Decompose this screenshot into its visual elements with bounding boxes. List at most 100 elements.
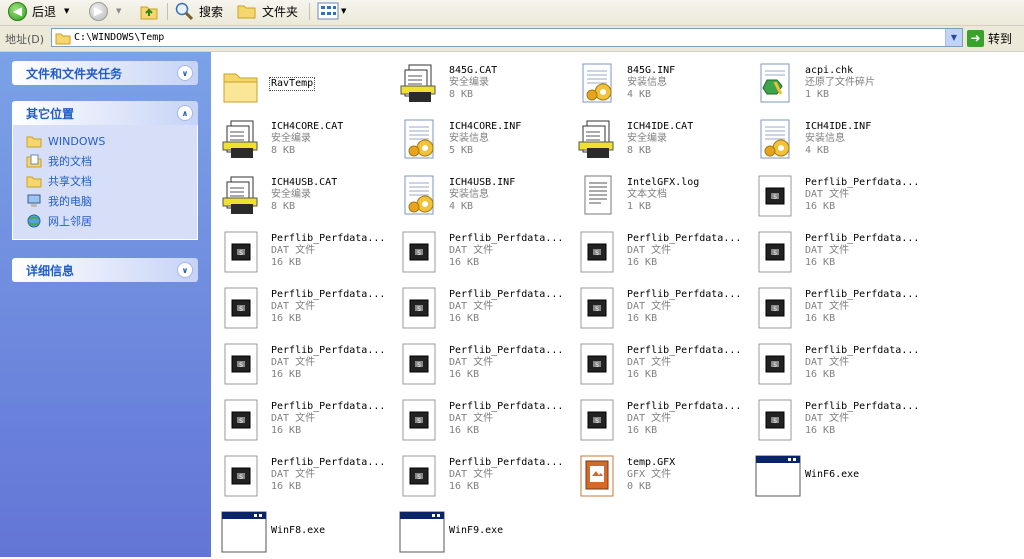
back-dropdown-icon[interactable]: ▼	[64, 7, 69, 15]
file-item[interactable]: S Perflib_Perfdata... DAT 文件 16 KB	[215, 449, 393, 503]
file-name: WinF8.exe	[271, 525, 326, 536]
file-type: DAT 文件	[805, 301, 850, 312]
file-item[interactable]: acpi.chk 还原了文件碎片 1 KB	[749, 57, 927, 111]
setup-info-icon	[577, 62, 617, 106]
svg-text:S: S	[773, 362, 777, 369]
address-input[interactable]: C:\WINDOWS\Temp ▼	[51, 28, 963, 47]
expand-chevron-icon[interactable]: ∨	[177, 262, 193, 278]
other-places-panel: 其它位置 ∧ WINDOWS 我的文档共享文档我的电脑网上邻居	[12, 101, 198, 240]
file-item[interactable]: ICH4USB.INF 安装信息 4 KB	[393, 169, 571, 223]
file-item[interactable]: S Perflib_Perfdata... DAT 文件 16 KB	[571, 281, 749, 335]
file-item[interactable]: S Perflib_Perfdata... DAT 文件 16 KB	[571, 393, 749, 447]
file-item[interactable]: WinF9.exe	[393, 505, 571, 559]
dat-file-icon: S	[577, 230, 617, 274]
place-link-label: 我的电脑	[48, 195, 92, 208]
file-item[interactable]: S Perflib_Perfdata... DAT 文件 16 KB	[215, 225, 393, 279]
file-name: Perflib_Perfdata...	[271, 457, 386, 468]
file-item[interactable]: S Perflib_Perfdata... DAT 文件 16 KB	[393, 225, 571, 279]
file-size: 4 KB	[449, 201, 474, 212]
file-item[interactable]: temp.GFX GFX 文件 0 KB	[571, 449, 749, 503]
file-item[interactable]: S Perflib_Perfdata... DAT 文件 16 KB	[749, 169, 927, 223]
file-item[interactable]: S Perflib_Perfdata... DAT 文件 16 KB	[215, 393, 393, 447]
dat-file-icon: S	[755, 398, 795, 442]
file-type: DAT 文件	[449, 301, 494, 312]
file-item[interactable]: ICH4CORE.INF 安装信息 5 KB	[393, 113, 571, 167]
file-item[interactable]: S Perflib_Perfdata... DAT 文件 16 KB	[749, 393, 927, 447]
file-item[interactable]: S Perflib_Perfdata... DAT 文件 16 KB	[571, 337, 749, 391]
details-panel-header[interactable]: 详细信息 ∨	[12, 258, 198, 282]
file-name: Perflib_Perfdata...	[805, 345, 920, 356]
other-places-header[interactable]: 其它位置 ∧	[12, 101, 198, 125]
file-item[interactable]: IntelGFX.log 文本文档 1 KB	[571, 169, 749, 223]
place-link-3[interactable]: 我的电脑	[26, 191, 197, 211]
file-item[interactable]: WinF6.exe	[749, 449, 927, 503]
application-window-icon	[755, 454, 801, 498]
file-item[interactable]: S Perflib_Perfdata... DAT 文件 16 KB	[215, 281, 393, 335]
file-item[interactable]: S Perflib_Perfdata... DAT 文件 16 KB	[393, 393, 571, 447]
file-item[interactable]: ICH4CORE.CAT 安全编录 8 KB	[215, 113, 393, 167]
file-item[interactable]: WinF8.exe	[215, 505, 393, 559]
views-dropdown-icon[interactable]: ▼	[341, 7, 346, 15]
file-item[interactable]: ICH4USB.CAT 安全编录 8 KB	[215, 169, 393, 223]
svg-text:S: S	[239, 250, 243, 257]
go-button[interactable]: ➜ 转到	[967, 28, 1012, 48]
setup-info-icon	[399, 174, 439, 218]
file-type: 还原了文件碎片	[805, 77, 875, 88]
dat-file-icon: S	[221, 398, 261, 442]
file-item[interactable]: S Perflib_Perfdata... DAT 文件 16 KB	[749, 281, 927, 335]
file-item[interactable]: S Perflib_Perfdata... DAT 文件 16 KB	[215, 337, 393, 391]
file-name: acpi.chk	[805, 65, 854, 76]
text-document-icon	[577, 174, 617, 218]
details-panel-title: 详细信息	[26, 263, 75, 278]
file-item[interactable]: S Perflib_Perfdata... DAT 文件 16 KB	[749, 337, 927, 391]
file-name: ICH4CORE.CAT	[271, 121, 344, 132]
file-item[interactable]: S Perflib_Perfdata... DAT 文件 16 KB	[393, 281, 571, 335]
place-link-1[interactable]: 我的文档	[26, 151, 197, 171]
file-item[interactable]: ICH4IDE.CAT 安全编录 8 KB	[571, 113, 749, 167]
file-item[interactable]: ICH4IDE.INF 安装信息 4 KB	[749, 113, 927, 167]
file-item[interactable]: S Perflib_Perfdata... DAT 文件 16 KB	[749, 225, 927, 279]
expand-chevron-icon[interactable]: ∨	[177, 65, 193, 81]
file-item[interactable]: RavTemp	[215, 57, 393, 111]
place-link-2[interactable]: 共享文档	[26, 171, 197, 191]
file-item[interactable]: S Perflib_Perfdata... DAT 文件 16 KB	[571, 225, 749, 279]
place-link-4[interactable]: 网上邻居	[26, 211, 197, 231]
svg-text:S: S	[239, 418, 243, 425]
address-dropdown-icon[interactable]: ▼	[945, 29, 962, 46]
address-label: 地址(D)	[5, 33, 45, 46]
toolbar: ◀ 后退 ▼ ▶ ▼ 搜索 文件夹 ▼	[0, 0, 1024, 26]
back-button[interactable]: ◀ 后退 ▼	[8, 0, 69, 22]
file-size: 16 KB	[627, 313, 658, 324]
file-item[interactable]: S Perflib_Perfdata... DAT 文件 16 KB	[393, 337, 571, 391]
application-window-icon	[399, 510, 445, 554]
place-link-label: 共享文档	[48, 175, 92, 188]
file-size: 5 KB	[449, 145, 474, 156]
views-button[interactable]: ▼	[317, 0, 346, 22]
svg-text:S: S	[595, 306, 599, 313]
place-link-0[interactable]: WINDOWS	[26, 131, 197, 151]
svg-text:S: S	[239, 362, 243, 369]
file-name: Perflib_Perfdata...	[449, 401, 564, 412]
forward-button[interactable]: ▶ ▼	[89, 0, 121, 22]
forward-dropdown-icon[interactable]: ▼	[116, 7, 121, 15]
tasks-panel-header[interactable]: 文件和文件夹任务 ∨	[12, 61, 198, 85]
file-size: 16 KB	[627, 425, 658, 436]
dat-file-icon: S	[221, 454, 261, 498]
dat-file-icon: S	[577, 398, 617, 442]
dat-file-icon: S	[755, 174, 795, 218]
collapse-chevron-icon[interactable]: ∧	[177, 105, 193, 121]
file-item[interactable]: S Perflib_Perfdata... DAT 文件 16 KB	[393, 449, 571, 503]
search-button[interactable]: 搜索	[174, 0, 223, 22]
folders-button[interactable]: 文件夹	[237, 0, 298, 22]
dat-file-icon: S	[399, 286, 439, 330]
file-type: DAT 文件	[271, 413, 316, 424]
up-button[interactable]	[139, 0, 159, 22]
file-type: 安全编录	[271, 133, 311, 144]
file-type: DAT 文件	[627, 301, 672, 312]
file-name: Perflib_Perfdata...	[449, 457, 564, 468]
file-type: 安全编录	[271, 189, 311, 200]
restored-fragment-icon	[755, 62, 795, 106]
file-item[interactable]: 845G.CAT 安全编录 8 KB	[393, 57, 571, 111]
back-label: 后退	[32, 4, 57, 19]
file-item[interactable]: 845G.INF 安装信息 4 KB	[571, 57, 749, 111]
